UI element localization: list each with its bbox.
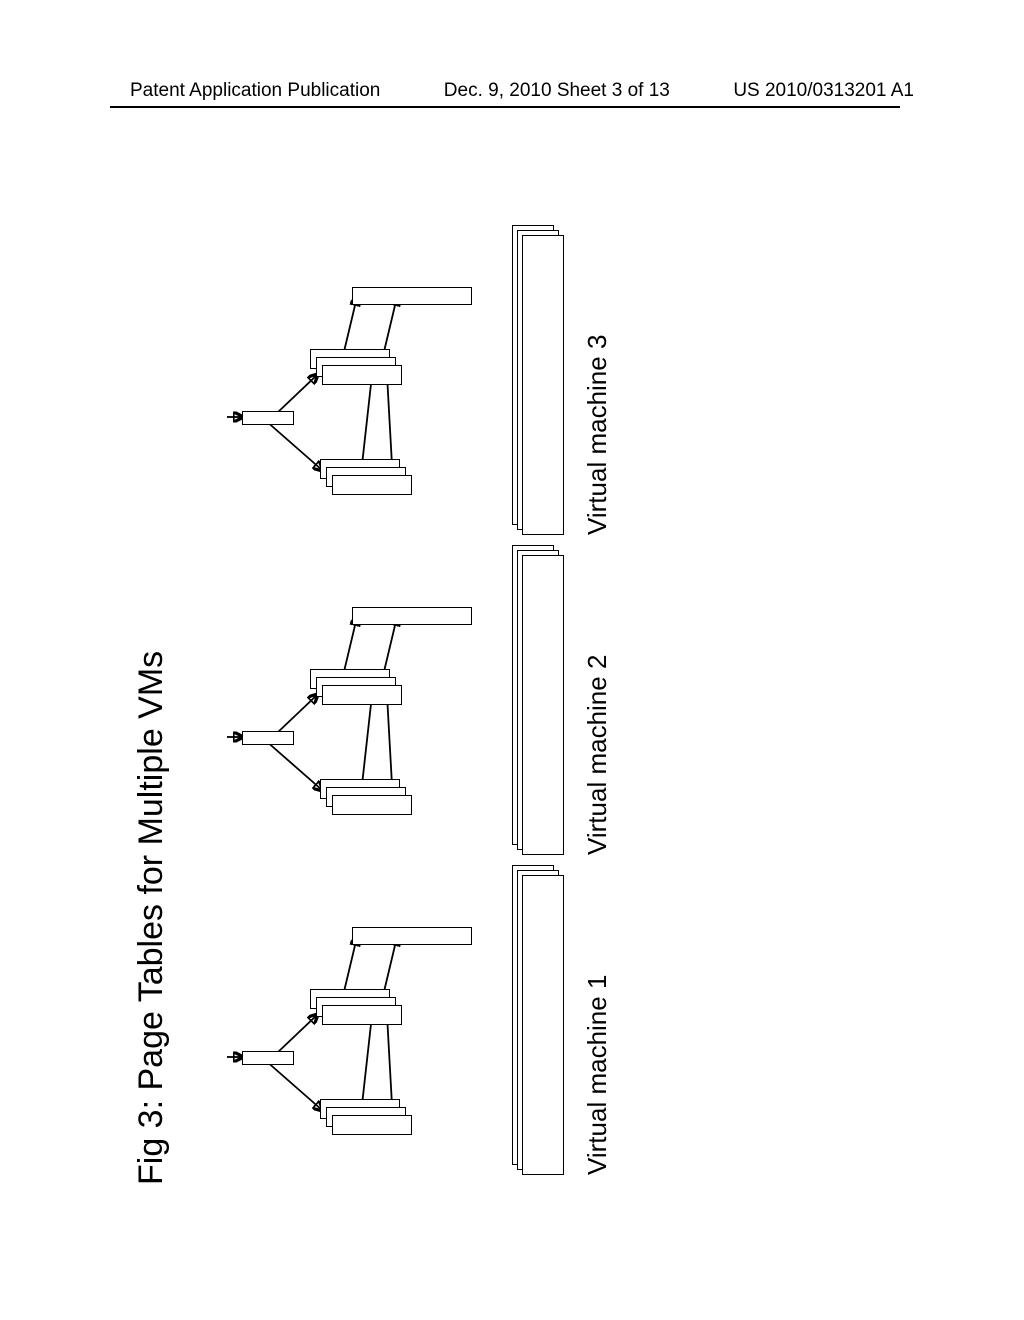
vm2-memory-bar — [512, 555, 564, 855]
vm2-diagram — [222, 555, 502, 855]
vm2-pagetable-l3 — [352, 607, 472, 625]
vm1-pagetable-l2-left — [332, 1115, 412, 1135]
vm3-pagetable-l2-left — [332, 475, 412, 495]
vm1-diagram — [222, 875, 502, 1175]
page-header: Patent Application Publication Dec. 9, 2… — [0, 80, 1024, 102]
vm-2: Virtual machine 2 — [222, 555, 502, 855]
vm2-pagetable-l1 — [242, 731, 294, 745]
vm3-pagetable-l1 — [242, 411, 294, 425]
figure-body: Fig 3: Page Tables for Multiple VMs — [132, 175, 892, 1225]
vm1-pagetable-l3 — [352, 927, 472, 945]
vm1-pagetable-l1 — [242, 1051, 294, 1065]
vm3-pagetable-l2-right — [322, 365, 402, 385]
vm1-label: Virtual machine 1 — [582, 875, 613, 1175]
vm3-pagetable-l3 — [352, 287, 472, 305]
vm2-pagetable-l2-left — [332, 795, 412, 815]
header-rule — [110, 106, 900, 108]
vm3-diagram — [222, 235, 502, 535]
vm2-label: Virtual machine 2 — [582, 555, 613, 855]
vm-1: Virtual machine 1 — [222, 875, 502, 1175]
header-center: Dec. 9, 2010 Sheet 3 of 13 — [444, 80, 670, 102]
figure-title: Fig 3: Page Tables for Multiple VMs — [132, 651, 171, 1185]
vm-3: Virtual machine 3 — [222, 235, 502, 535]
vm3-label: Virtual machine 3 — [582, 235, 613, 535]
vm1-pagetable-l2-right — [322, 1005, 402, 1025]
header-left: Patent Application Publication — [130, 80, 380, 102]
header-right: US 2010/0313201 A1 — [733, 80, 914, 102]
vm2-pagetable-l2-right — [322, 685, 402, 705]
vm3-memory-bar — [512, 235, 564, 535]
vm1-memory-bar — [512, 875, 564, 1175]
